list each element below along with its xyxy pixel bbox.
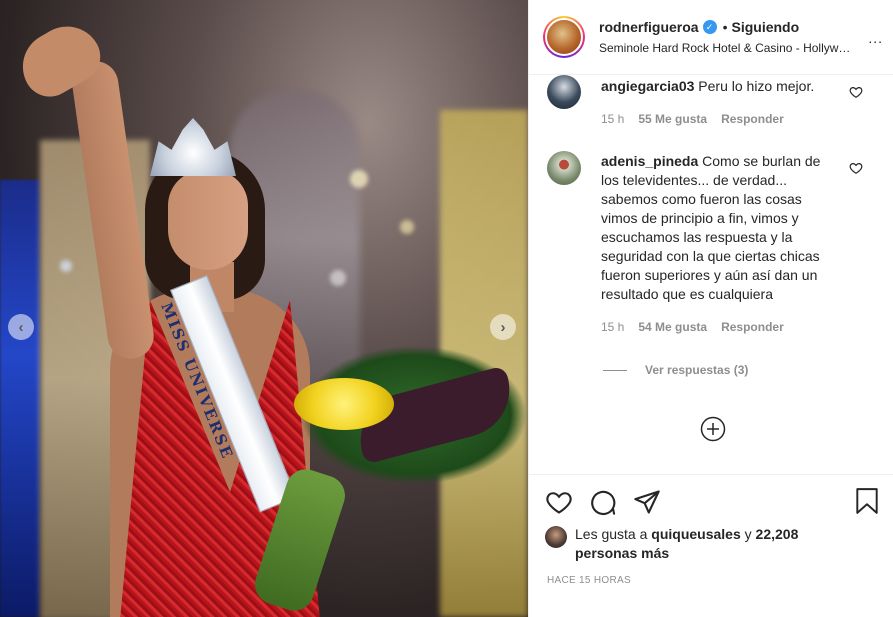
bouquet-yellow-flowers [294, 378, 394, 430]
header-info: rodnerfigueroa ✓ • Siguiendo Seminole Ha… [599, 19, 849, 55]
instagram-post: MISS UNIVERSE ‹ › rodnerfigueroa ✓ • Sig… [0, 0, 893, 617]
bokeh-light [330, 270, 346, 286]
avatar-image [545, 18, 583, 56]
comment-username[interactable]: angiegarcia03 [601, 78, 694, 94]
separator: • [722, 19, 728, 35]
comment-likes[interactable]: 55 Me gusta [638, 110, 707, 129]
comment-text: Peru lo hizo mejor. [698, 78, 815, 94]
comment-body: angiegarcia03 Peru lo hizo mejor. 15 h 5… [601, 75, 831, 129]
action-icons [545, 487, 878, 517]
follow-status-button[interactable]: Siguiendo [731, 19, 799, 35]
comment-avatar[interactable] [547, 75, 581, 109]
bokeh-light [400, 220, 414, 234]
replies-divider [603, 369, 627, 371]
comment-item: angiegarcia03 Peru lo hizo mejor. 15 h 5… [547, 75, 877, 129]
background-lights [0, 180, 40, 617]
comment-meta: 15 h 54 Me gusta Responder [601, 318, 831, 337]
comment-meta: 15 h 55 Me gusta Responder [601, 110, 831, 129]
header-row: rodnerfigueroa ✓ • Siguiendo [599, 19, 849, 35]
comment-likes[interactable]: 54 Me gusta [638, 318, 707, 337]
comment-avatar[interactable] [547, 151, 581, 185]
avatar[interactable] [543, 16, 585, 58]
verified-badge-icon: ✓ [702, 20, 717, 34]
comment-text: Como se burlan de los televidentes... de… [601, 153, 821, 302]
view-replies-button[interactable]: Ver respuestas (3) [603, 363, 877, 377]
bokeh-light [350, 170, 368, 188]
view-replies-label: Ver respuestas (3) [645, 363, 749, 377]
bokeh-light [60, 260, 72, 272]
username-link[interactable]: rodnerfigueroa [599, 19, 699, 35]
post-side-panel: rodnerfigueroa ✓ • Siguiendo Seminole Ha… [528, 0, 893, 617]
location-link[interactable]: Seminole Hard Rock Hotel & Casino - Holl… [599, 41, 849, 55]
comment-username[interactable]: adenis_pineda [601, 153, 698, 169]
post-photo[interactable]: MISS UNIVERSE ‹ › [0, 0, 528, 617]
liker-username[interactable]: quiqueusales [651, 526, 740, 542]
comment-line: angiegarcia03 Peru lo hizo mejor. [601, 75, 831, 96]
reply-button[interactable]: Responder [721, 318, 784, 337]
chevron-left-icon[interactable]: ‹ [8, 314, 34, 340]
likes-text: Les gusta a quiqueusales y 22,208 person… [575, 525, 835, 563]
actions-section: Les gusta a quiqueusales y 22,208 person… [529, 474, 893, 586]
post-header: rodnerfigueroa ✓ • Siguiendo Seminole Ha… [529, 0, 893, 75]
load-more-comments-icon[interactable] [700, 416, 726, 442]
liker-avatar[interactable] [545, 526, 567, 548]
chevron-right-icon[interactable]: › [490, 314, 516, 340]
heart-icon[interactable] [545, 488, 573, 516]
reply-button[interactable]: Responder [721, 110, 784, 129]
comment-item: adenis_pineda Como se burlan de los tele… [547, 151, 877, 337]
heart-icon[interactable] [849, 161, 863, 175]
comment-time[interactable]: 15 h [601, 110, 624, 129]
comment-line: adenis_pineda Como se burlan de los tele… [601, 151, 831, 304]
subject-face [168, 170, 248, 270]
comment-time[interactable]: 15 h [601, 318, 624, 337]
likes-summary: Les gusta a quiqueusales y 22,208 person… [545, 525, 878, 563]
heart-icon[interactable] [849, 85, 863, 99]
more-options-icon[interactable]: ... [868, 30, 883, 46]
send-icon[interactable] [633, 488, 661, 516]
likes-conj: y [744, 526, 752, 542]
crown [150, 118, 236, 176]
comment-icon[interactable] [589, 488, 617, 516]
comment-body: adenis_pineda Como se burlan de los tele… [601, 151, 831, 337]
bookmark-icon[interactable] [854, 487, 880, 515]
post-timestamp[interactable]: HACE 15 HORAS [547, 575, 878, 586]
likes-prefix: Les gusta a [575, 526, 648, 542]
